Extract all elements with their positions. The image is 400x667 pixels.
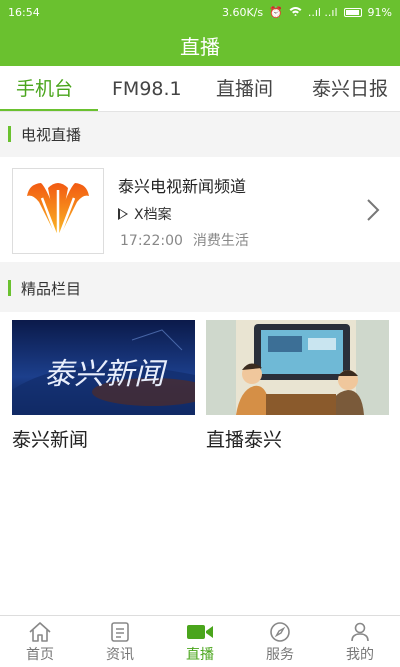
signal-icon: ..ıl ..ıl — [307, 5, 338, 19]
section-featured: 精品栏目 — [0, 267, 400, 309]
play-icon — [118, 208, 128, 220]
thumbnail-title: 泰兴新闻 — [44, 357, 168, 392]
current-program: X档案 — [118, 204, 172, 224]
section-title: 电视直播 — [21, 125, 82, 144]
channel-name: 泰兴电视新闻频道 — [118, 177, 247, 196]
battery-icon — [343, 7, 362, 17]
nav-profile[interactable]: 我的 — [320, 616, 400, 667]
tab-live-room[interactable]: 直播间 — [216, 66, 273, 111]
bottom-nav: 首页 资讯 直播 服务 我的 — [0, 615, 400, 667]
tab-taixing-daily[interactable]: 泰兴日报 — [312, 66, 388, 111]
active-tab-indicator — [0, 109, 98, 111]
featured-label: 直播泰兴 — [206, 429, 283, 451]
tab-mobile-tv[interactable]: 手机台 — [16, 66, 73, 111]
nav-label: 资讯 — [106, 646, 134, 663]
battery-level: 91% — [367, 5, 392, 19]
thumbnail-live — [206, 320, 389, 415]
next-program-title: 消费生活 — [192, 233, 249, 249]
featured-item-taixing-news[interactable]: 泰兴新闻 泰兴新闻 — [12, 320, 195, 452]
nav-home[interactable]: 首页 — [0, 616, 80, 667]
section-title: 精品栏目 — [21, 279, 82, 298]
thumbnail-news: 泰兴新闻 — [12, 320, 195, 415]
home-icon — [28, 620, 52, 644]
channel-logo — [12, 168, 104, 254]
nav-live[interactable]: 直播 — [160, 616, 240, 667]
wifi-icon — [289, 6, 302, 19]
nav-label: 直播 — [186, 646, 214, 663]
nav-label: 服务 — [266, 646, 294, 663]
user-icon — [349, 620, 371, 644]
next-program-time: 17:22:00 — [120, 233, 183, 249]
channel-card[interactable]: 泰兴电视新闻频道 X档案 17:22:00 消费生活 — [0, 157, 400, 262]
nav-label: 我的 — [346, 646, 374, 663]
chevron-right-icon[interactable] — [366, 198, 380, 226]
network-speed: 3.60K/s — [221, 5, 264, 19]
section-marker — [8, 126, 11, 142]
nav-label: 首页 — [26, 646, 54, 663]
nav-news[interactable]: 资讯 — [80, 616, 160, 667]
compass-icon — [269, 620, 291, 644]
video-camera-icon — [186, 620, 214, 644]
alarm-icon: ⏰ — [269, 5, 283, 19]
featured-label: 泰兴新闻 — [12, 429, 89, 451]
featured-item-live-taixing[interactable]: 直播泰兴 — [206, 320, 389, 452]
program-title: X档案 — [134, 207, 172, 223]
status-bar: 16:54 3.60K/s ⏰ ..ıl ..ıl 91% — [0, 0, 400, 24]
next-program: 17:22:00 消费生活 — [120, 230, 249, 250]
nav-service[interactable]: 服务 — [240, 616, 320, 667]
status-right: 3.60K/s ⏰ ..ıl ..ıl 91% — [222, 6, 392, 19]
featured-grid: 泰兴新闻 泰兴新闻 直播泰兴 — [0, 312, 400, 615]
ginkgo-logo-icon — [27, 183, 89, 241]
section-tv-live: 电视直播 — [0, 113, 400, 155]
tab-fm981[interactable]: FM98.1 — [112, 66, 182, 111]
section-marker — [8, 280, 11, 296]
status-time: 16:54 — [8, 5, 40, 19]
channel-tabs: 手机台 FM98.1 直播间 泰兴日报 — [0, 66, 400, 112]
page-title: 直播 — [180, 34, 220, 59]
app-header: 直播 — [0, 24, 400, 66]
news-icon — [109, 620, 131, 644]
